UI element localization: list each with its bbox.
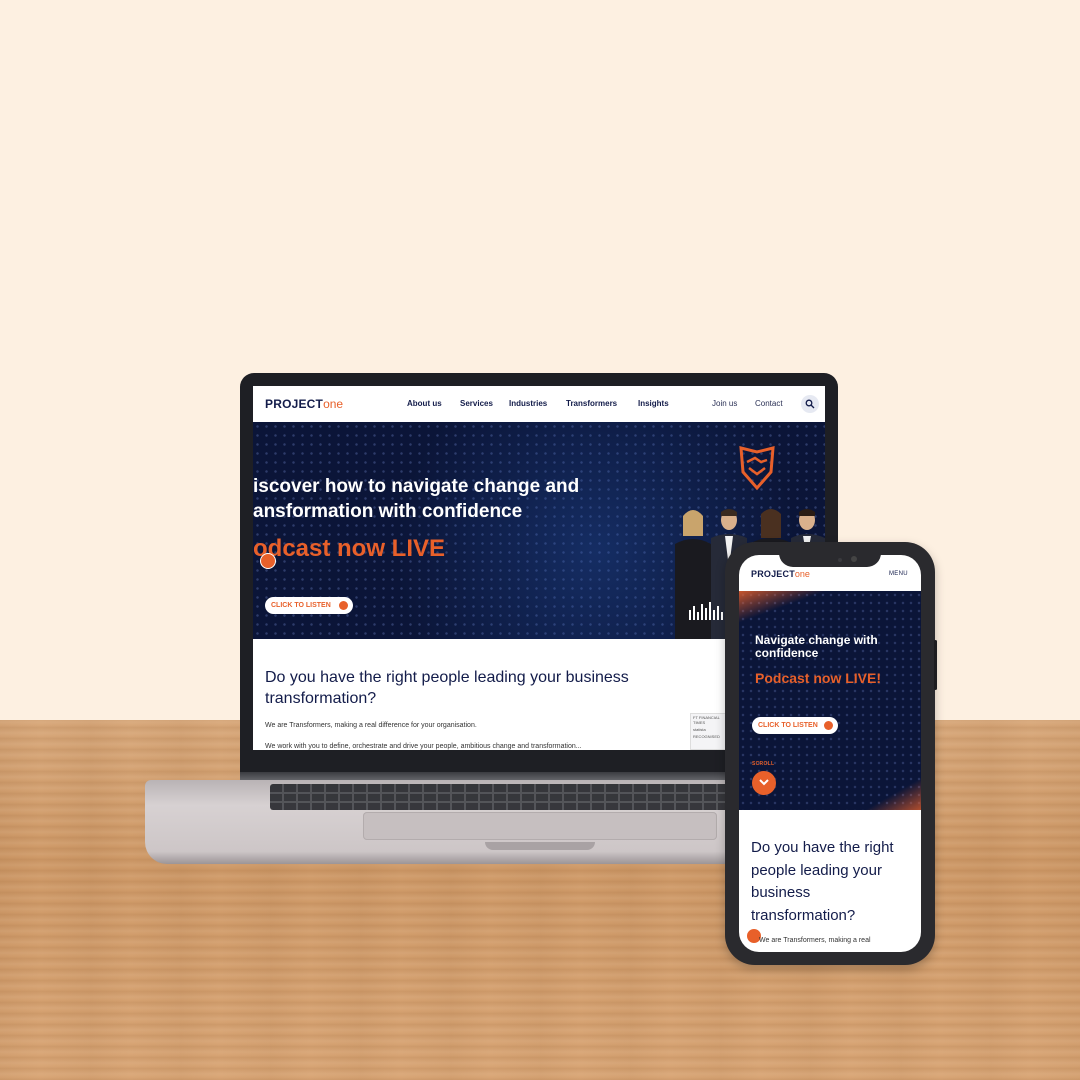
mobile-section-intro: We are Transformers, making a real — [759, 937, 871, 944]
mobile-hero: Navigate change with confidence Podcast … — [739, 591, 921, 810]
mobile-section-heading: Do you have the right people leading you… — [751, 839, 894, 924]
shield-handshake-icon — [739, 446, 775, 491]
chevron-down-icon — [759, 779, 769, 786]
search-button[interactable] — [801, 395, 819, 413]
nav-transformers[interactable]: Transformers — [566, 399, 617, 408]
nav-about-us[interactable]: About us — [407, 399, 442, 408]
hero-podcast-title: odcast now LIVE — [253, 535, 446, 562]
statista-logo: statista — [693, 727, 706, 732]
scroll-label: SCROLL — [752, 761, 775, 767]
click-to-listen-button[interactable]: CLICK TO LISTEN — [265, 597, 353, 614]
mobile-hero-podcast: Podcast now LIVE! — [755, 670, 882, 686]
mobile-menu-button[interactable]: MENU — [889, 571, 908, 577]
hand-icon[interactable] — [260, 553, 276, 569]
laptop-trackpad — [363, 812, 717, 840]
ft-logo: FT FINANCIAL TIMES — [693, 715, 720, 725]
hero-title-line-2: ansformation with confidence — [253, 501, 523, 522]
arrow-right-icon — [338, 601, 348, 610]
section-heading: Do you have the right people leading you… — [265, 669, 629, 707]
scroll-down-button[interactable] — [752, 771, 776, 795]
nav-join-us[interactable]: Join us — [712, 399, 737, 408]
search-icon — [805, 399, 815, 409]
laptop-base-notch — [485, 842, 595, 850]
phone-notch — [779, 545, 881, 567]
phone-speaker — [838, 558, 842, 562]
mobile-logo[interactable]: PROJECTone — [751, 569, 810, 579]
mobile-hero-title: Navigate change with confidence — [755, 633, 878, 660]
section-body: We work with you to define, orchestrate … — [265, 743, 582, 750]
award-logos: FT FINANCIAL TIMES statista RECOGNISED — [690, 713, 730, 750]
phone-screen: PROJECTone MENU Navigate change with con… — [739, 555, 921, 952]
section-intro: We are Transformers, making a real diffe… — [265, 722, 477, 729]
phone-camera — [851, 556, 857, 562]
desktop-nav: PROJECTone About us Services Industries … — [253, 386, 825, 422]
nav-contact[interactable]: Contact — [755, 399, 783, 408]
nav-insights[interactable]: Insights — [638, 399, 669, 408]
hero-title-line-1: iscover how to navigate change and — [253, 476, 580, 497]
nav-industries[interactable]: Industries — [509, 399, 547, 408]
phone-side-button — [934, 640, 937, 690]
nav-services[interactable]: Services — [460, 399, 493, 408]
arrow-right-icon — [823, 721, 833, 730]
mobile-click-to-listen-button[interactable]: CLICK TO LISTEN — [752, 717, 838, 734]
desktop-logo[interactable]: PROJECTone — [265, 397, 343, 411]
recognised-logo: RECOGNISED — [693, 734, 720, 739]
